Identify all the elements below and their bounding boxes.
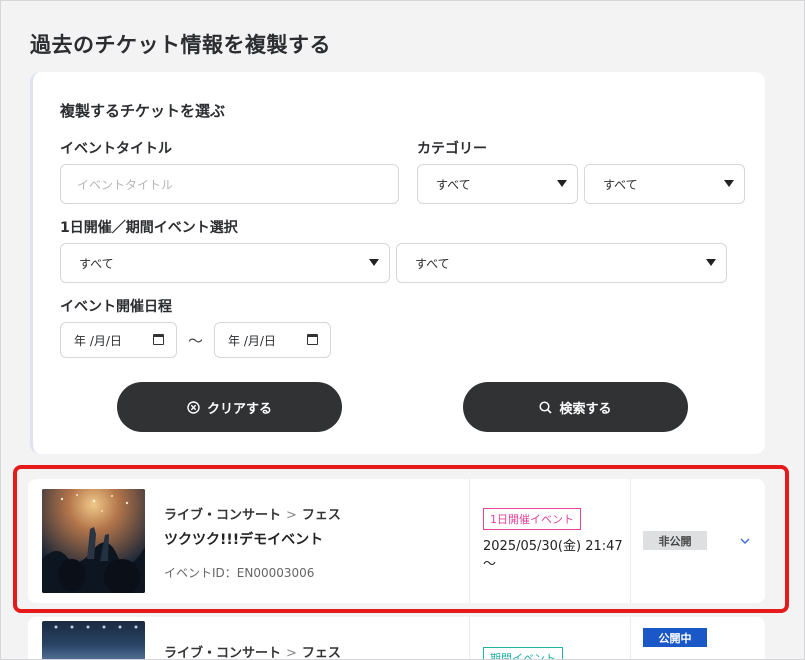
- event-date-label: イベント開催日程: [60, 299, 172, 315]
- dropdown-caret-icon: [369, 259, 379, 266]
- search-panel-title: 複製するチケットを選ぶ: [60, 102, 226, 120]
- calendar-icon[interactable]: [153, 334, 164, 345]
- dropdown-caret-icon: [706, 259, 716, 266]
- search-icon: [539, 400, 553, 414]
- search-panel: 複製するチケットを選ぶ イベントタイトル イベントタイトル カテゴリー すべて …: [30, 72, 765, 454]
- category-sub-value: すべて: [603, 177, 638, 192]
- event-thumbnail: [42, 621, 145, 660]
- event-title-label: イベントタイトル: [60, 141, 172, 157]
- clear-button[interactable]: クリアする: [117, 382, 342, 432]
- event-type-label: 1日開催／期間イベント選択: [60, 220, 238, 236]
- category-label: カテゴリー: [417, 141, 487, 157]
- event-title-input[interactable]: イベントタイトル: [60, 164, 399, 204]
- date-range-separator: 〜: [188, 332, 204, 350]
- date-to-input[interactable]: 年 /月/日: [214, 322, 331, 358]
- subcategory-text: フェス: [301, 646, 341, 660]
- date-to-value: 年 /月/日: [228, 333, 276, 348]
- dropdown-caret-icon: [557, 180, 567, 187]
- dropdown-caret-icon: [724, 180, 734, 187]
- date-from-input[interactable]: 年 /月/日: [60, 322, 177, 358]
- event-title-placeholder: イベントタイトル: [77, 177, 174, 192]
- calendar-icon[interactable]: [307, 334, 318, 345]
- concert-stage-image: [54, 625, 138, 629]
- event-category: ライブ・コンサート > フェス: [164, 642, 341, 660]
- category-main-value: すべて: [436, 177, 471, 192]
- highlight-box: [13, 465, 789, 613]
- clear-button-label: クリアする: [206, 401, 272, 417]
- event-type-select[interactable]: すべて: [60, 243, 390, 283]
- column-divider: [469, 617, 470, 660]
- page-title: 過去のチケット情報を複製する: [30, 33, 331, 57]
- event-type-sub-value: すべて: [415, 256, 450, 271]
- category-sub-select[interactable]: すべて: [584, 164, 745, 204]
- status-badge: 公開中: [643, 628, 707, 647]
- search-button-label: 検索する: [559, 401, 612, 417]
- date-from-value: 年 /月/日: [74, 333, 122, 348]
- clear-circle-icon: [187, 400, 200, 414]
- result-card[interactable]: ライブ・コンサート > フェス 期間イベント 公開中: [28, 617, 765, 660]
- event-type-tag: 期間イベント: [483, 647, 563, 660]
- category-text: ライブ・コンサート: [164, 646, 282, 660]
- breadcrumb-chevron-icon: >: [286, 646, 297, 660]
- event-type-value: すべて: [79, 256, 114, 271]
- category-main-select[interactable]: すべて: [417, 164, 578, 204]
- event-type-sub-select[interactable]: すべて: [396, 243, 727, 283]
- search-button[interactable]: 検索する: [463, 382, 688, 432]
- column-divider: [630, 617, 631, 660]
